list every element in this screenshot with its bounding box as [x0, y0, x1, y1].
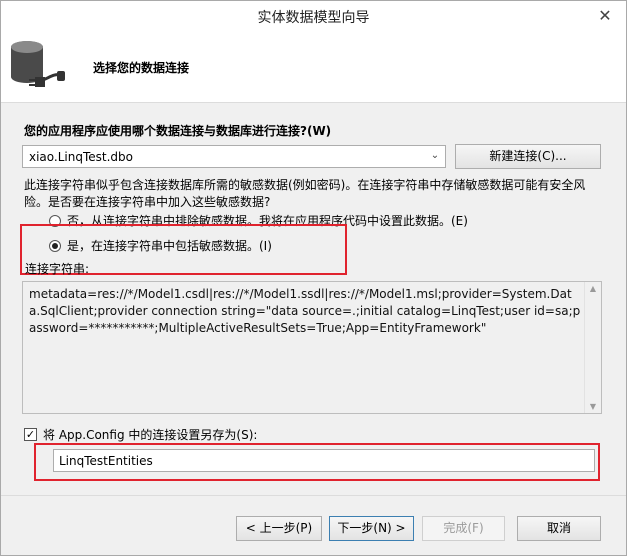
cancel-button[interactable]: 取消 — [517, 516, 601, 541]
sensitive-data-warning: 此连接字符串似乎包含连接数据库所需的敏感数据(例如密码)。在连接字符串中存储敏感… — [24, 178, 586, 209]
connection-question: 您的应用程序应使用哪个数据连接与数据库进行连接?(W) — [24, 124, 332, 138]
scroll-down-icon[interactable]: ▼ — [585, 402, 601, 411]
highlight-box-entity-name — [34, 443, 600, 481]
save-config-checkbox-row[interactable]: ✓ 将 App.Config 中的连接设置另存为(S): — [24, 426, 257, 443]
window-title: 实体数据模型向导 — [257, 10, 370, 26]
footer-divider — [1, 495, 626, 496]
new-connection-button[interactable]: 新建连接(C)... — [455, 144, 601, 169]
save-config-label: 将 App.Config 中的连接设置另存为(S): — [43, 428, 258, 442]
title-bar: 实体数据模型向导 ✕ — [1, 1, 626, 31]
page-title: 选择您的数据连接 — [93, 61, 190, 75]
connection-string-label: 连接字符串: — [25, 262, 90, 276]
next-button[interactable]: 下一步(N) > — [329, 516, 414, 541]
chevron-down-icon[interactable]: ⌄ — [429, 150, 441, 162]
wizard-header: 选择您的数据连接 — [1, 31, 626, 103]
connection-string-scrollbar[interactable]: ▲ ▼ — [584, 282, 601, 413]
entity-data-model-wizard: 实体数据模型向导 ✕ 选择您的数据连接 您的应用程序应使用哪个数据连接与数据库进… — [0, 0, 627, 556]
connection-string-text: metadata=res://*/Model1.csdl|res://*/Mod… — [29, 287, 581, 335]
database-connection-icon — [11, 41, 65, 87]
back-button[interactable]: < 上一步(P) — [236, 516, 322, 541]
save-config-checkbox[interactable]: ✓ — [24, 428, 37, 441]
data-connection-value: xiao.LinqTest.dbo — [29, 150, 133, 164]
connection-string-textarea[interactable]: metadata=res://*/Model1.csdl|res://*/Mod… — [22, 281, 602, 414]
scroll-up-icon[interactable]: ▲ — [585, 284, 601, 293]
finish-button[interactable]: 完成(F) — [422, 516, 505, 541]
data-connection-dropdown[interactable]: xiao.LinqTest.dbo ⌄ — [22, 145, 446, 168]
close-icon[interactable]: ✕ — [588, 3, 622, 27]
